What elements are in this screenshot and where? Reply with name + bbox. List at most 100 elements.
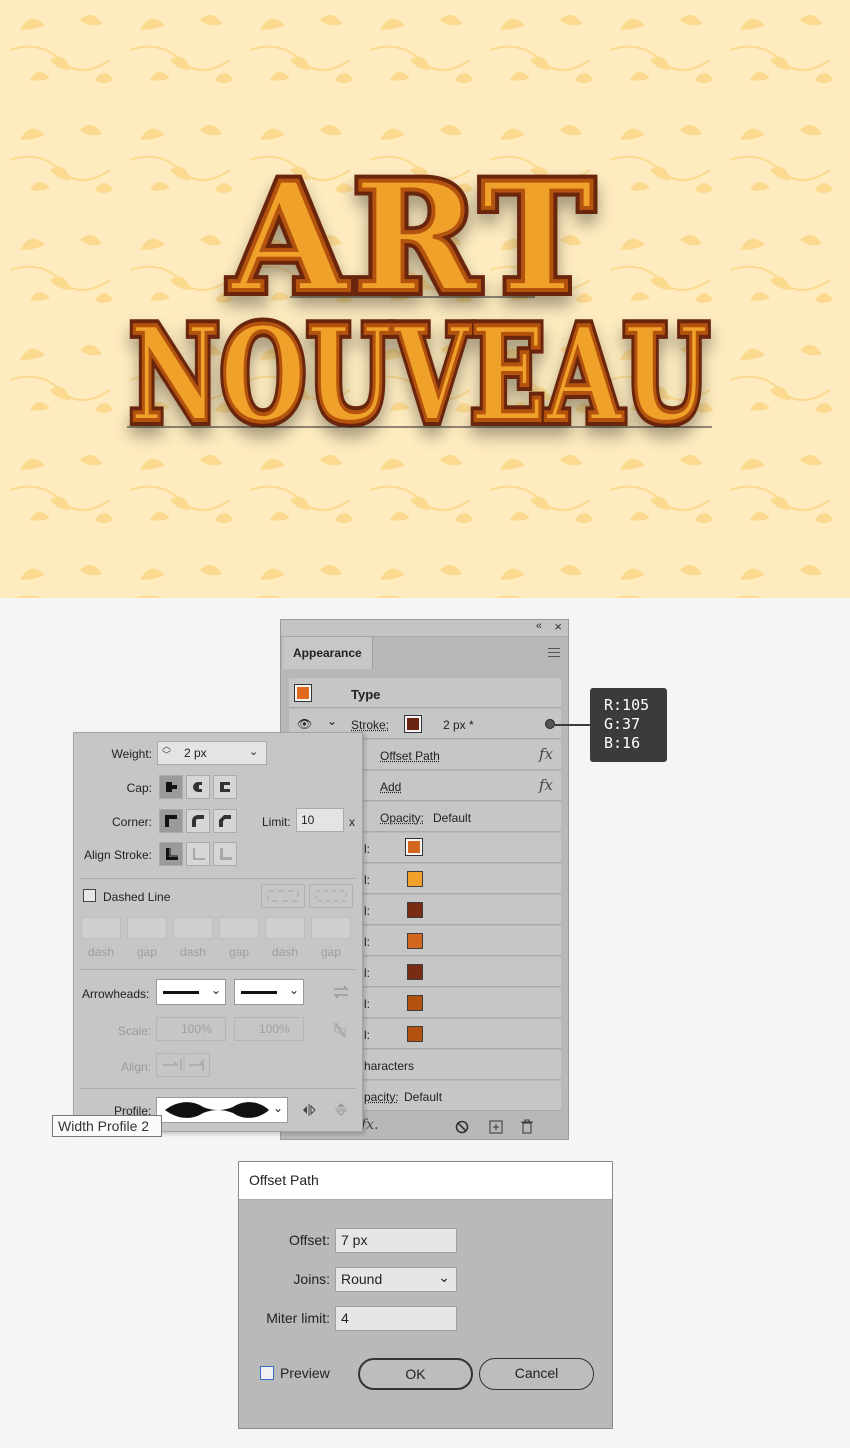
miter-join-button[interactable] <box>159 809 183 833</box>
chevron-down-icon: ⌄ <box>288 983 299 997</box>
dash-label: dash <box>271 945 299 959</box>
fill-swatch[interactable] <box>407 964 423 980</box>
gap-field-1[interactable] <box>127 917 167 939</box>
end-scale-input[interactable]: 100% <box>234 1017 304 1041</box>
chevron-down-icon: ⌄ <box>272 1101 283 1115</box>
panel-titlebar: « × <box>281 619 568 637</box>
swap-arrowheads-icon[interactable] <box>332 985 350 999</box>
preview-label: Preview <box>280 1365 330 1381</box>
dash-label: dash <box>87 945 115 959</box>
gap-label: gap <box>228 945 250 959</box>
offset-input[interactable]: 7 px <box>335 1228 457 1253</box>
fill-swatch[interactable] <box>407 1026 423 1042</box>
projecting-cap-button[interactable] <box>213 775 237 799</box>
fill-swatch[interactable] <box>407 902 423 918</box>
joins-select[interactable]: Round ⌄ <box>335 1267 457 1292</box>
divider <box>80 878 356 879</box>
align-center-button[interactable] <box>159 842 183 866</box>
callout-anchor-dot <box>545 719 555 729</box>
tab-appearance[interactable]: Appearance <box>283 637 373 669</box>
align-inside-button[interactable] <box>186 842 210 866</box>
limit-input[interactable]: 10 <box>296 808 344 832</box>
flip-across-icon[interactable] <box>333 1100 349 1118</box>
chevron-down-icon[interactable]: ⌄ <box>327 714 337 728</box>
clear-appearance-icon[interactable] <box>455 1120 469 1134</box>
dashed-line-checkbox[interactable] <box>83 889 96 902</box>
fill-label: l: <box>364 997 370 1011</box>
fx-icon[interactable]: fx <box>539 776 553 794</box>
trash-icon[interactable] <box>520 1119 534 1134</box>
align-dash-button[interactable] <box>309 884 353 908</box>
fill-swatch[interactable] <box>407 933 423 949</box>
chevron-down-icon: ⌄ <box>438 1269 450 1285</box>
dash-label: dash <box>179 945 207 959</box>
weight-label: Weight: <box>111 747 152 761</box>
align-outside-button[interactable] <box>213 842 237 866</box>
preserve-dash-button[interactable] <box>261 884 305 908</box>
stroke-label[interactable]: Stroke: <box>351 718 389 732</box>
title-line-2-inner: NOUVEAU <box>130 298 710 451</box>
miter-limit-input[interactable]: 4 <box>335 1306 457 1331</box>
type-row[interactable]: Type <box>289 678 561 708</box>
type-swatch <box>294 684 312 702</box>
align-stroke-label: Align Stroke: <box>83 848 152 862</box>
close-icon[interactable]: × <box>554 619 562 634</box>
stroke-swatch[interactable] <box>404 715 422 733</box>
duplicate-item-icon[interactable] <box>489 1120 503 1134</box>
offset-path-link[interactable]: Offset Path <box>380 749 440 763</box>
collapse-icon[interactable]: « <box>536 620 542 632</box>
opacity-value: Default <box>433 811 472 825</box>
end-arrowhead-select[interactable]: ⌄ <box>234 979 304 1005</box>
start-scale-input[interactable]: 100% <box>156 1017 226 1041</box>
add-link[interactable]: Add <box>380 780 401 794</box>
end-scale-value: 100% <box>259 1022 290 1036</box>
fx-icon[interactable]: fx <box>539 745 553 763</box>
chevron-down-icon: ⌄ <box>210 983 221 997</box>
joins-value: Round <box>341 1271 383 1287</box>
stroke-weight-value[interactable]: 2 px * <box>443 718 474 732</box>
start-scale-value: 100% <box>181 1022 212 1036</box>
align-label: Align: <box>121 1060 152 1074</box>
preview-checkbox[interactable] <box>260 1366 274 1380</box>
gap-label: gap <box>136 945 158 959</box>
cancel-button[interactable]: Cancel <box>479 1358 594 1390</box>
offset-path-dialog: Offset Path Offset: 7 px Joins: Round ⌄ … <box>238 1161 613 1429</box>
fill-label: l: <box>364 904 370 918</box>
rgb-r-value: R:105 <box>604 696 650 714</box>
fill-swatch[interactable] <box>407 995 423 1011</box>
link-scale-icon[interactable] <box>332 1021 348 1039</box>
dash-field-1[interactable] <box>81 917 121 939</box>
chevron-down-icon[interactable]: ⌄ <box>249 745 258 758</box>
ok-button[interactable]: OK <box>358 1358 473 1390</box>
flip-along-icon[interactable] <box>301 1102 319 1118</box>
characters-label: haracters <box>364 1059 415 1073</box>
round-cap-button[interactable] <box>186 775 210 799</box>
opacity-label[interactable]: Opacity: <box>380 811 424 825</box>
bevel-join-button[interactable] <box>213 809 237 833</box>
dash-field-3[interactable] <box>265 917 305 939</box>
fill-label: l: <box>364 842 370 856</box>
artwork-svg: ART ART NOUVEAU NOUVEAU <box>0 0 850 598</box>
panel-menu-icon[interactable] <box>548 648 560 660</box>
opacity-label-2[interactable]: pacity: <box>364 1090 399 1104</box>
gap-field-3[interactable] <box>311 917 351 939</box>
weight-value: 2 px <box>184 746 207 760</box>
dash-field-2[interactable] <box>173 917 213 939</box>
butt-cap-button[interactable] <box>159 775 183 799</box>
arrow-align-buttons[interactable] <box>156 1053 210 1077</box>
round-join-button[interactable] <box>186 809 210 833</box>
divider <box>80 969 356 970</box>
start-arrowhead-select[interactable]: ⌄ <box>156 979 226 1005</box>
dialog-title: Offset Path <box>239 1162 612 1200</box>
limit-unit: x <box>349 815 355 829</box>
fill-swatch[interactable] <box>405 838 423 856</box>
scale-label: Scale: <box>118 1024 152 1038</box>
artwork-canvas: ART ART NOUVEAU NOUVEAU <box>0 0 850 598</box>
fx-menu-icon[interactable]: fx. <box>361 1117 379 1133</box>
joins-label: Joins: <box>293 1271 330 1287</box>
gap-field-2[interactable] <box>219 917 259 939</box>
stepper-icon[interactable]: ︿ ﹀ <box>162 742 171 760</box>
eye-icon[interactable]: 👁 <box>297 717 312 731</box>
width-profile-select[interactable]: ⌄ <box>156 1097 288 1123</box>
fill-swatch[interactable] <box>407 871 423 887</box>
